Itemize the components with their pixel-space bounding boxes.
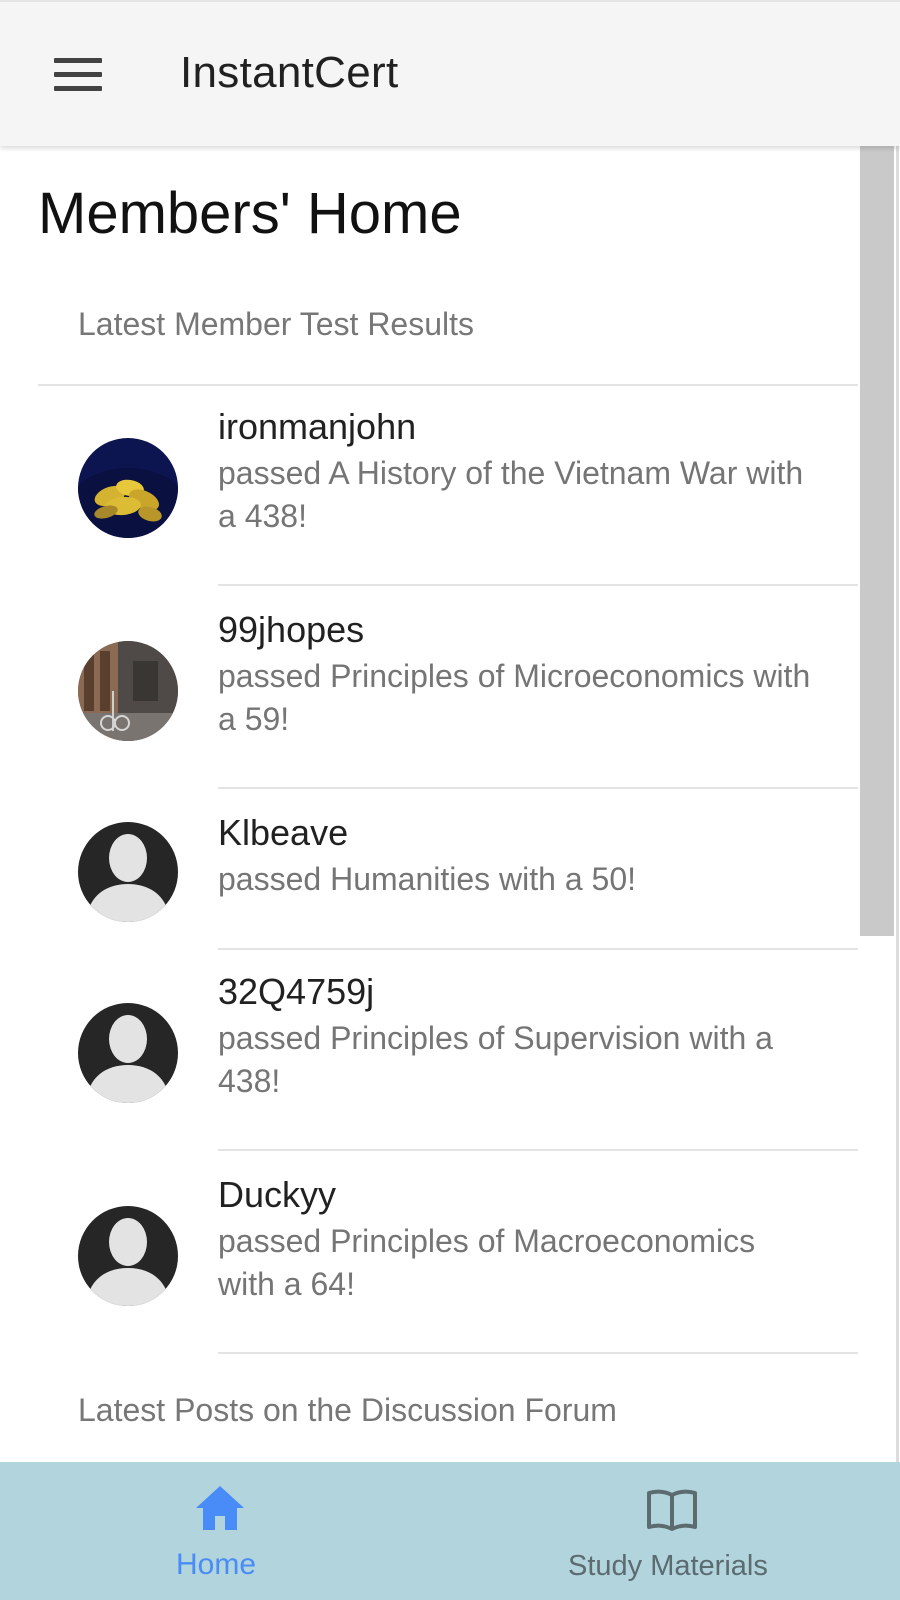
item-divider (218, 948, 858, 950)
result-username: ironmanjohn (218, 406, 417, 447)
list-item[interactable]: Klbeave passed Humanities with a 50! (0, 792, 860, 952)
nav-item-study-materials[interactable]: Study Materials (548, 1462, 798, 1600)
list-item[interactable]: Duckyy passed Principles of Macroeconomi… (0, 1154, 860, 1354)
item-divider (218, 787, 858, 789)
avatar (78, 1206, 178, 1306)
scrollbar-thumb[interactable] (860, 146, 894, 936)
hamburger-menu-icon (54, 58, 102, 63)
result-description: passed Principles of Supervision with a … (218, 1020, 773, 1099)
menu-button[interactable] (40, 38, 116, 110)
result-description: passed Principles of Macroeconomics with… (218, 1223, 756, 1302)
result-description: passed Principles of Microeconomics with… (218, 658, 811, 737)
avatar (78, 641, 178, 741)
nav-label-home: Home (176, 1548, 257, 1581)
result-username: Duckyy (218, 1174, 337, 1215)
avatar (78, 438, 178, 538)
default-person-icon (78, 1206, 178, 1306)
home-icon (196, 1486, 244, 1530)
page-title: Members' Home (38, 181, 462, 246)
result-username: 99jhopes (218, 609, 365, 650)
main-content: Members' Home Latest Member Test Results… (0, 146, 860, 1462)
list-item[interactable]: ironmanjohn passed A History of the Viet… (0, 386, 860, 586)
item-divider (218, 584, 858, 586)
result-username: Klbeave (218, 812, 349, 853)
bottom-navigation: Home Study Materials (0, 1462, 900, 1600)
result-description: passed Humanities with a 50! (218, 861, 636, 897)
list-item[interactable]: 99jhopes passed Principles of Microecono… (0, 589, 860, 789)
section-header-forum: Latest Posts on the Discussion Forum (78, 1392, 617, 1428)
nav-item-home[interactable]: Home (120, 1462, 320, 1600)
street-photo-icon (78, 641, 178, 741)
book-open-icon (647, 1489, 697, 1531)
section-header-test-results: Latest Member Test Results (78, 306, 475, 342)
list-item[interactable]: 32Q4759j passed Principles of Supervisio… (0, 951, 860, 1151)
app-bar: InstantCert (0, 0, 900, 146)
scrollbar-edge (896, 146, 899, 1462)
result-username: 32Q4759j (218, 971, 375, 1012)
nav-label-study-materials: Study Materials (568, 1550, 768, 1582)
hamburger-bar (54, 72, 102, 77)
app-title: InstantCert (180, 48, 399, 97)
avatar (78, 822, 178, 922)
item-divider (218, 1352, 858, 1354)
default-person-icon (78, 1003, 178, 1103)
bananas-photo-icon (78, 438, 178, 538)
item-divider (218, 1149, 858, 1151)
avatar (78, 1003, 178, 1103)
default-person-icon (78, 822, 178, 922)
hamburger-bar (54, 86, 102, 91)
result-description: passed A History of the Vietnam War with… (218, 455, 804, 534)
